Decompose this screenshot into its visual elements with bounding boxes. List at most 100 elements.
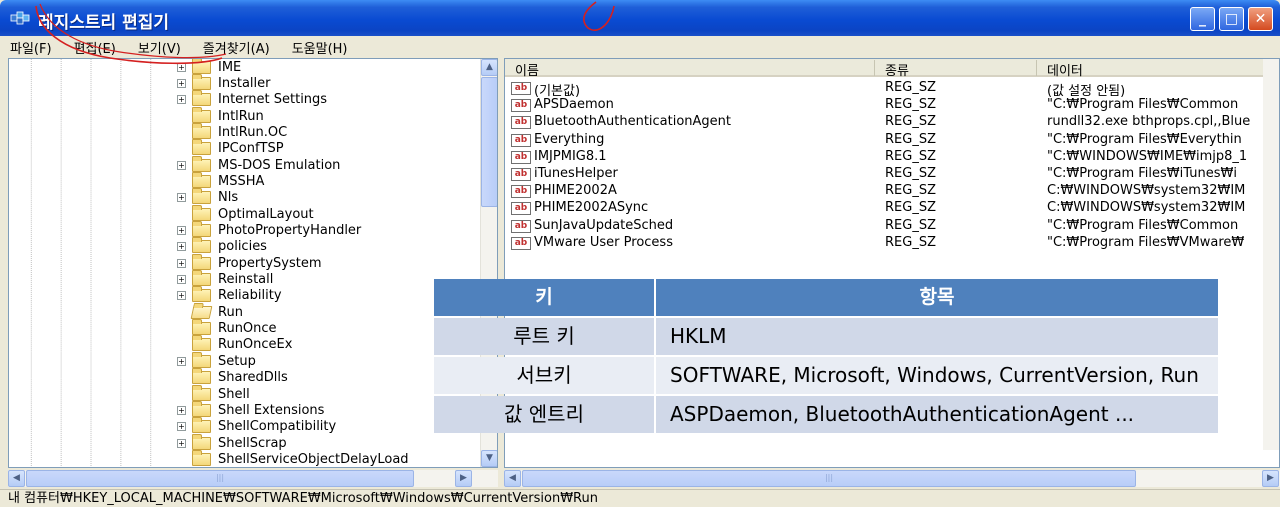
tree-item[interactable]: OptimalLayout [177,204,314,222]
expand-toggle-icon[interactable]: + [177,438,186,448]
tree-item[interactable]: ShellServiceObjectDelayLoad [177,449,409,467]
tree-item[interactable]: + ShellCompatibility [177,417,336,435]
menu-edit[interactable]: 편집(E) [74,38,116,57]
tree-item[interactable]: MSSHA [177,171,264,189]
tree-item[interactable]: + PropertySystem [177,253,322,271]
tree-item[interactable]: + MS-DOS Emulation [177,155,340,173]
tree-item-label: OptimalLayout [218,206,314,222]
expand-toggle-icon[interactable]: + [177,275,186,285]
expand-toggle-icon[interactable]: + [177,226,186,235]
expand-toggle-icon[interactable]: + [177,62,186,72]
title-bar: 레지스트리 편집기 _ □ ✕ [0,0,1280,36]
value-row[interactable]: ab PHIME2002ASync REG_SZ C:₩WINDOWS₩system3… [511,200,1279,217]
folder-icon [192,368,211,385]
scroll-up-button[interactable]: ▲ [481,59,497,76]
value-row[interactable]: ab PHIME2002A REG_SZ C:₩WINDOWS₩system32₩IM [511,183,1279,200]
string-value-icon: ab [511,99,531,113]
value-row[interactable]: ab IMJPMIG8.1 REG_SZ "C:₩WINDOWS₩IME₩imjp8_… [511,149,1279,166]
value-data: "C:₩WINDOWS₩IME₩imjp8_1 [1047,148,1248,164]
value-name: SunJavaUpdateSched [534,217,674,233]
tree-item[interactable]: + policies [177,237,267,255]
scroll-thumb[interactable] [481,77,497,207]
scroll-right-button[interactable]: ▶ [1262,470,1279,487]
values-vertical-scrollbar[interactable] [1263,59,1279,450]
menu-view[interactable]: 보기(V) [138,38,181,57]
scroll-right-button[interactable]: ▶ [455,470,472,487]
registry-tree-pane[interactable]: + IME + Installer + Internet Settings IntlRun I… [8,58,498,468]
folder-icon [192,59,211,74]
expand-toggle-icon[interactable]: + [177,422,186,432]
tree-item[interactable]: + Shell Extensions [177,400,324,418]
value-data: C:₩WINDOWS₩system32₩IM [1047,183,1246,199]
scroll-left-button[interactable]: ◀ [504,470,521,487]
tree-item[interactable]: IntlRun.OC [177,122,288,140]
tree-item[interactable]: + Installer [177,73,270,91]
tree-item[interactable]: + Internet Settings [177,90,327,108]
expand-toggle-icon[interactable]: + [177,258,186,268]
tree-item-label: ShellServiceObjectDelayLoad [218,451,409,467]
value-row[interactable]: ab SunJavaUpdateSched REG_SZ "C:₩Program Fi… [511,218,1279,235]
close-button[interactable]: ✕ [1248,7,1273,31]
expand-toggle-icon[interactable]: + [177,405,186,415]
value-type: REG_SZ [885,200,936,216]
expand-toggle-icon[interactable]: + [177,291,186,301]
tree-item[interactable]: + IME [177,59,241,75]
tree-item[interactable]: SharedDlls [177,368,288,386]
expand-toggle-icon[interactable]: + [177,95,186,105]
tree-item[interactable]: RunOnce [177,319,277,337]
value-row[interactable]: ab Everything REG_SZ "C:₩Program Files₩Ever… [511,132,1279,149]
value-name: BluetoothAuthenticationAgent [534,114,732,130]
expand-toggle-icon[interactable]: + [177,78,186,88]
tree-item[interactable]: IPConfTSP [177,139,284,157]
overlay-value-cell: SOFTWARE, Microsoft, Windows, CurrentVer… [656,357,1218,394]
value-row[interactable]: ab BluetoothAuthenticationAgent REG_SZ rund… [511,114,1279,131]
overlay-key-table: 키 항목 루트 키 HKLM 서브키 SOFTWARE, Microsoft, … [434,279,1218,433]
tree-item[interactable]: IntlRun [177,106,264,124]
tree-item-label: IntlRun [218,108,264,124]
menu-favorites[interactable]: 즐겨찾기(A) [203,38,270,57]
tree-item[interactable]: + Nls [177,188,238,206]
horizontal-scroll-thumb[interactable]: ||| [522,470,1136,487]
menu-help[interactable]: 도움말(H) [292,38,348,57]
scroll-down-button[interactable]: ▼ [481,450,497,467]
tree-item[interactable]: + Setup [177,351,256,369]
tree-item[interactable]: Run [177,304,243,320]
value-row[interactable]: ab (기본값) REG_SZ (값 설정 안됨) [511,80,1279,99]
tree-item[interactable]: + Reinstall [177,270,273,288]
column-header-type[interactable]: 종류 [875,60,1037,79]
values-horizontal-scrollbar[interactable]: ◀ ||| ▶ [504,470,1280,487]
tree-item[interactable]: + Reliability [177,286,282,304]
value-type: REG_SZ [885,131,936,147]
column-header-name[interactable]: 이름 [505,60,875,79]
expand-toggle-icon[interactable]: + [177,356,186,366]
value-data: C:₩WINDOWS₩system32₩IM [1047,200,1246,216]
expand-toggle-icon[interactable]: + [177,242,186,252]
overlay-key-cell: 루트 키 [434,318,654,355]
menu-file[interactable]: 파일(F) [10,38,52,57]
value-name: PHIME2002ASync [534,200,649,216]
string-value-icon: ab [511,185,531,199]
value-type: REG_SZ [885,234,936,250]
value-row[interactable]: ab APSDaemon REG_SZ "C:₩Program Files₩Commo… [511,97,1279,114]
tree-item[interactable]: RunOnceEx [177,335,292,353]
value-data: "C:₩Program Files₩VMware₩ [1047,234,1245,250]
tree-item[interactable]: Shell [177,384,250,402]
maximize-button[interactable]: □ [1219,7,1244,31]
value-row[interactable]: ab VMware User Process REG_SZ "C:₩Program F… [511,235,1279,252]
minimize-button[interactable]: _ [1190,7,1215,31]
tree-item[interactable]: + ShellScrap [177,433,287,451]
folder-icon [192,286,211,303]
value-row[interactable]: ab iTunesHelper REG_SZ "C:₩Program Files₩iT… [511,166,1279,183]
tree-item-label: IntlRun.OC [218,124,288,140]
tree-item-label: Run [218,304,243,320]
folder-icon [192,204,211,221]
scroll-left-button[interactable]: ◀ [8,470,25,487]
expand-toggle-icon[interactable]: + [177,193,186,203]
expand-toggle-icon[interactable]: + [177,160,186,170]
tree-item[interactable]: + PhotoPropertyHandler [177,221,361,239]
horizontal-scroll-thumb[interactable]: ||| [26,470,414,487]
tree-horizontal-scrollbar[interactable]: ◀ ||| ▶ [8,470,498,487]
column-header-data[interactable]: 데이터 [1037,60,1279,79]
tree-item-label: SharedDlls [218,370,288,386]
